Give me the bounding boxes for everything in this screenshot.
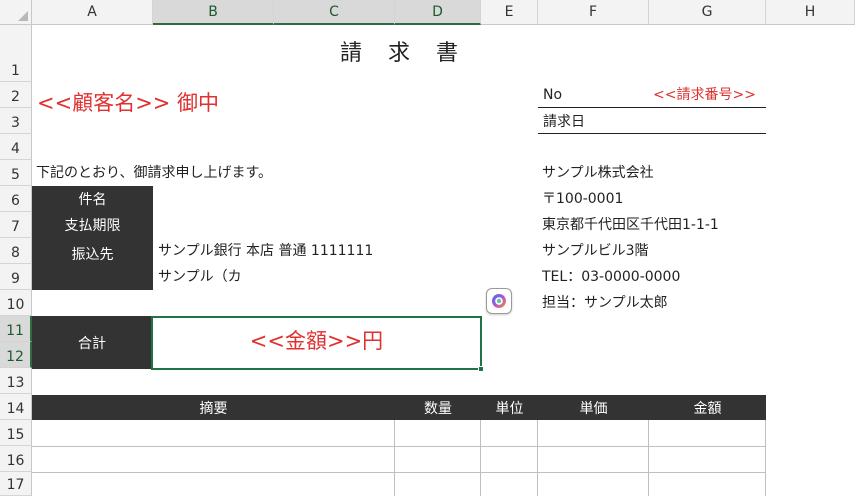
company-name: サンプル株式会社 [542,165,654,181]
row-header-6[interactable]: 6 [0,186,32,212]
copilot-icon[interactable] [486,288,512,314]
fill-handle[interactable] [478,366,484,372]
company-building: サンプルビル3階 [542,243,649,259]
row-header-10[interactable]: 10 [0,290,32,316]
row-header-4[interactable]: 4 [0,134,32,160]
company-contact: 担当：サンプル太郎 [542,295,668,311]
row-header-16[interactable]: 16 [0,446,32,472]
company-postal: 〒100-0001 [542,191,624,207]
invoice-date-underline [538,133,766,134]
total-label: 合計 [32,316,152,369]
company-tel: TEL：03-0000-0000 [542,269,681,285]
row-header-15[interactable]: 15 [0,420,32,446]
header-amount: 金額 [693,400,722,417]
bank-info-line2: サンプル（カ [158,269,242,285]
row-header-14[interactable]: 14 [0,394,32,420]
bank-label: 振込先 [32,238,153,290]
due-date-label: 支払期限 [32,212,153,238]
column-header-h[interactable]: H [766,0,855,25]
copilot-glyph-icon [492,294,506,308]
table-col-line-2 [480,420,481,496]
row-header-8[interactable]: 8 [0,238,32,264]
row-header-1[interactable]: 1 [0,25,32,82]
customer-name: <<顧客名>> 御中 [37,91,220,115]
header-description: 摘要 [199,400,228,417]
table-col-line-4 [648,420,649,496]
row-header-3[interactable]: 3 [0,108,32,134]
company-address: 東京都千代田区千代田1-1-1 [542,217,719,233]
column-header-c[interactable]: C [274,0,395,25]
row-header-13[interactable]: 13 [0,368,32,394]
row-header-11[interactable]: 11 [0,316,32,342]
select-all-corner[interactable] [0,0,32,25]
table-col-line-3 [537,420,538,496]
intro-text: 下記のとおり、御請求申し上げます。 [36,165,273,181]
subject-label: 件名 [32,186,153,212]
invoice-number-underline [538,107,766,108]
invoice-title: 請 求 書 [340,41,461,66]
column-header-a[interactable]: A [32,0,153,25]
row-header-12[interactable]: 12 [0,342,32,368]
table-col-line-1 [394,420,395,496]
table-row-line-1 [32,446,766,447]
total-amount: <<金額>>円 [249,329,384,353]
column-header-e[interactable]: E [481,0,538,25]
invoice-date-label: 請求日 [543,114,585,130]
invoice-number-label: No [543,87,563,103]
invoice-number-value: <<請求番号>> [653,87,756,103]
row-header-2[interactable]: 2 [0,82,32,108]
row-header-17[interactable]: 17 [0,472,32,496]
row-header-9[interactable]: 9 [0,264,32,290]
table-row-line-2 [32,472,766,473]
column-header-d[interactable]: D [395,0,481,25]
column-header-g[interactable]: G [649,0,766,25]
table-col-line-5 [765,420,766,496]
column-header-f[interactable]: F [538,0,649,25]
row-header-5[interactable]: 5 [0,160,32,186]
bank-info-line1: サンプル銀行 本店 普通 1111111 [158,243,374,259]
header-unit: 単位 [495,400,524,417]
header-quantity: 数量 [424,400,452,417]
column-header-b[interactable]: B [153,0,274,25]
row-header-7[interactable]: 7 [0,212,32,238]
header-unit-price: 単価 [579,400,608,417]
